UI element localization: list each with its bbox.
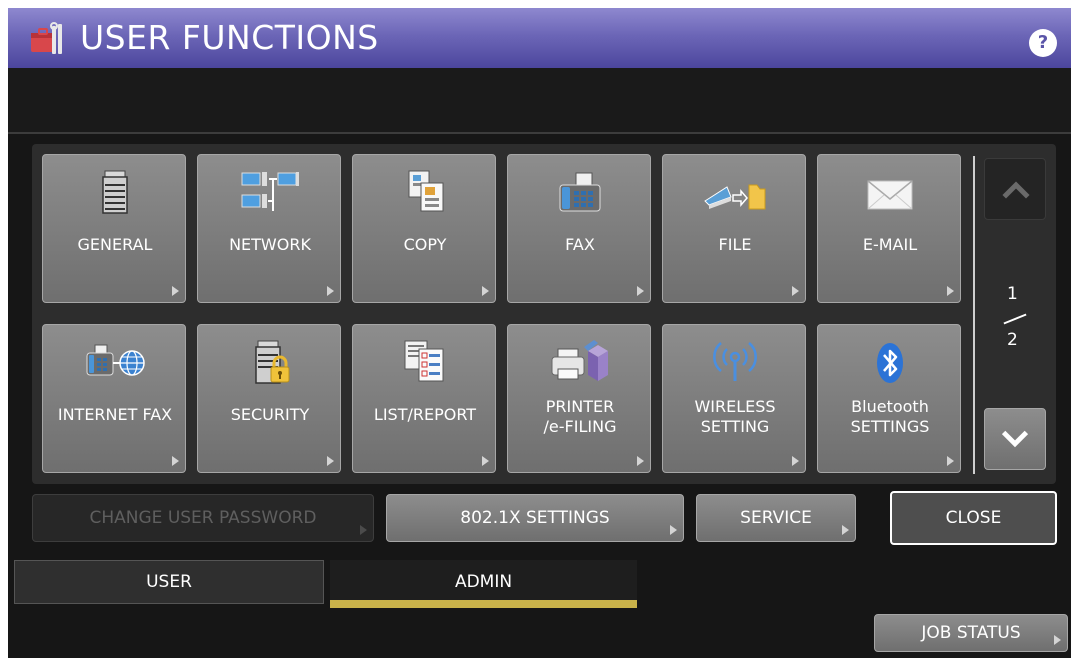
page-current: 1 <box>1007 284 1018 304</box>
list-report-button[interactable]: LIST/REPORT <box>352 324 496 473</box>
copier-icon <box>102 170 128 214</box>
email-button[interactable]: E-MAIL <box>817 154 961 303</box>
email-label: E-MAIL <box>862 235 918 254</box>
tab-user[interactable]: USER <box>14 560 324 604</box>
submenu-arrow-icon <box>482 456 489 466</box>
printer-efiling-button[interactable]: PRINTER /e-FILING <box>507 324 651 473</box>
submenu-arrow-icon <box>327 456 334 466</box>
submenu-arrow-icon <box>792 286 799 296</box>
general-label: GENERAL <box>77 235 153 254</box>
tab-admin[interactable]: ADMIN <box>330 560 637 604</box>
copy-label: COPY <box>403 235 447 254</box>
submenu-arrow-icon <box>172 286 179 296</box>
page-divider <box>973 156 975 474</box>
function-panel: GENERAL NETWORK COPY FAX FILE E-MAIL INT… <box>32 144 1056 484</box>
submenu-arrow-icon <box>947 286 954 296</box>
network-button[interactable]: NETWORK <box>197 154 341 303</box>
wireless-setting-label: WIRELESS SETTING <box>694 397 776 436</box>
printer-box-icon <box>551 340 608 381</box>
chevron-down-icon <box>1001 430 1029 448</box>
submenu-arrow-icon <box>947 456 954 466</box>
change-user-password-label: CHANGE USER PASSWORD <box>89 508 317 528</box>
submenu-arrow-icon <box>1054 635 1061 645</box>
general-button[interactable]: GENERAL <box>42 154 186 303</box>
copier-lock-icon <box>255 340 290 384</box>
bluetooth-settings-button[interactable]: Bluetooth SETTINGS <box>817 324 961 473</box>
wireless-antenna-icon <box>713 342 757 381</box>
list-report-label: LIST/REPORT <box>373 405 477 424</box>
submenu-arrow-icon <box>637 286 644 296</box>
dot1x-settings-button[interactable]: 802.1X SETTINGS <box>386 494 684 542</box>
scan-to-folder-icon <box>704 184 766 210</box>
page-indicator: 1 2 <box>987 284 1043 360</box>
scroll-down-button[interactable] <box>984 408 1046 470</box>
toolbox-icon <box>31 22 62 54</box>
security-label: SECURITY <box>230 405 310 424</box>
envelope-icon <box>867 180 913 210</box>
submenu-arrow-icon <box>172 456 179 466</box>
active-tab-indicator <box>330 600 637 608</box>
change-user-password-button: CHANGE USER PASSWORD <box>32 494 374 542</box>
printer-efiling-label: PRINTER /e-FILING <box>543 397 617 436</box>
fax-button[interactable]: FAX <box>507 154 651 303</box>
copy-documents-icon <box>408 170 444 212</box>
wireless-setting-button[interactable]: WIRELESS SETTING <box>662 324 806 473</box>
message-area <box>8 68 1071 134</box>
file-button[interactable]: FILE <box>662 154 806 303</box>
internet-fax-label: INTERNET FAX <box>57 405 173 424</box>
job-status-label: JOB STATUS <box>921 623 1021 643</box>
title-bar: USER FUNCTIONS ? <box>8 8 1071 68</box>
screen: USER FUNCTIONS ? GENERAL NETWORK COPY FA… <box>8 8 1071 658</box>
dot1x-settings-label: 802.1X SETTINGS <box>460 508 610 528</box>
report-checklist-icon <box>404 340 444 382</box>
close-label: CLOSE <box>945 508 1002 528</box>
submenu-arrow-icon <box>482 286 489 296</box>
chevron-up-icon <box>1002 181 1030 199</box>
page-separator <box>1003 313 1027 325</box>
service-label: SERVICE <box>740 508 812 528</box>
network-label: NETWORK <box>229 235 311 254</box>
bluetooth-settings-label: Bluetooth SETTINGS <box>850 397 930 436</box>
fax-machine-icon <box>559 172 601 212</box>
submenu-arrow-icon <box>360 525 367 535</box>
submenu-arrow-icon <box>637 456 644 466</box>
security-button[interactable]: SECURITY <box>197 324 341 473</box>
fax-globe-icon <box>86 344 145 376</box>
submenu-arrow-icon <box>670 525 677 535</box>
submenu-arrow-icon <box>327 286 334 296</box>
fax-label: FAX <box>565 235 595 254</box>
job-status-button[interactable]: JOB STATUS <box>874 614 1068 652</box>
help-button[interactable]: ? <box>1029 29 1057 57</box>
scroll-up-button[interactable] <box>984 158 1046 220</box>
page-title: USER FUNCTIONS <box>80 18 379 57</box>
service-button[interactable]: SERVICE <box>696 494 856 542</box>
close-button[interactable]: CLOSE <box>890 491 1057 545</box>
network-computers-icon <box>241 172 299 211</box>
submenu-arrow-icon <box>792 456 799 466</box>
file-label: FILE <box>718 235 752 254</box>
internet-fax-button[interactable]: INTERNET FAX <box>42 324 186 473</box>
copy-button[interactable]: COPY <box>352 154 496 303</box>
bluetooth-icon <box>877 343 903 383</box>
submenu-arrow-icon <box>842 525 849 535</box>
page-total: 2 <box>1007 330 1018 350</box>
